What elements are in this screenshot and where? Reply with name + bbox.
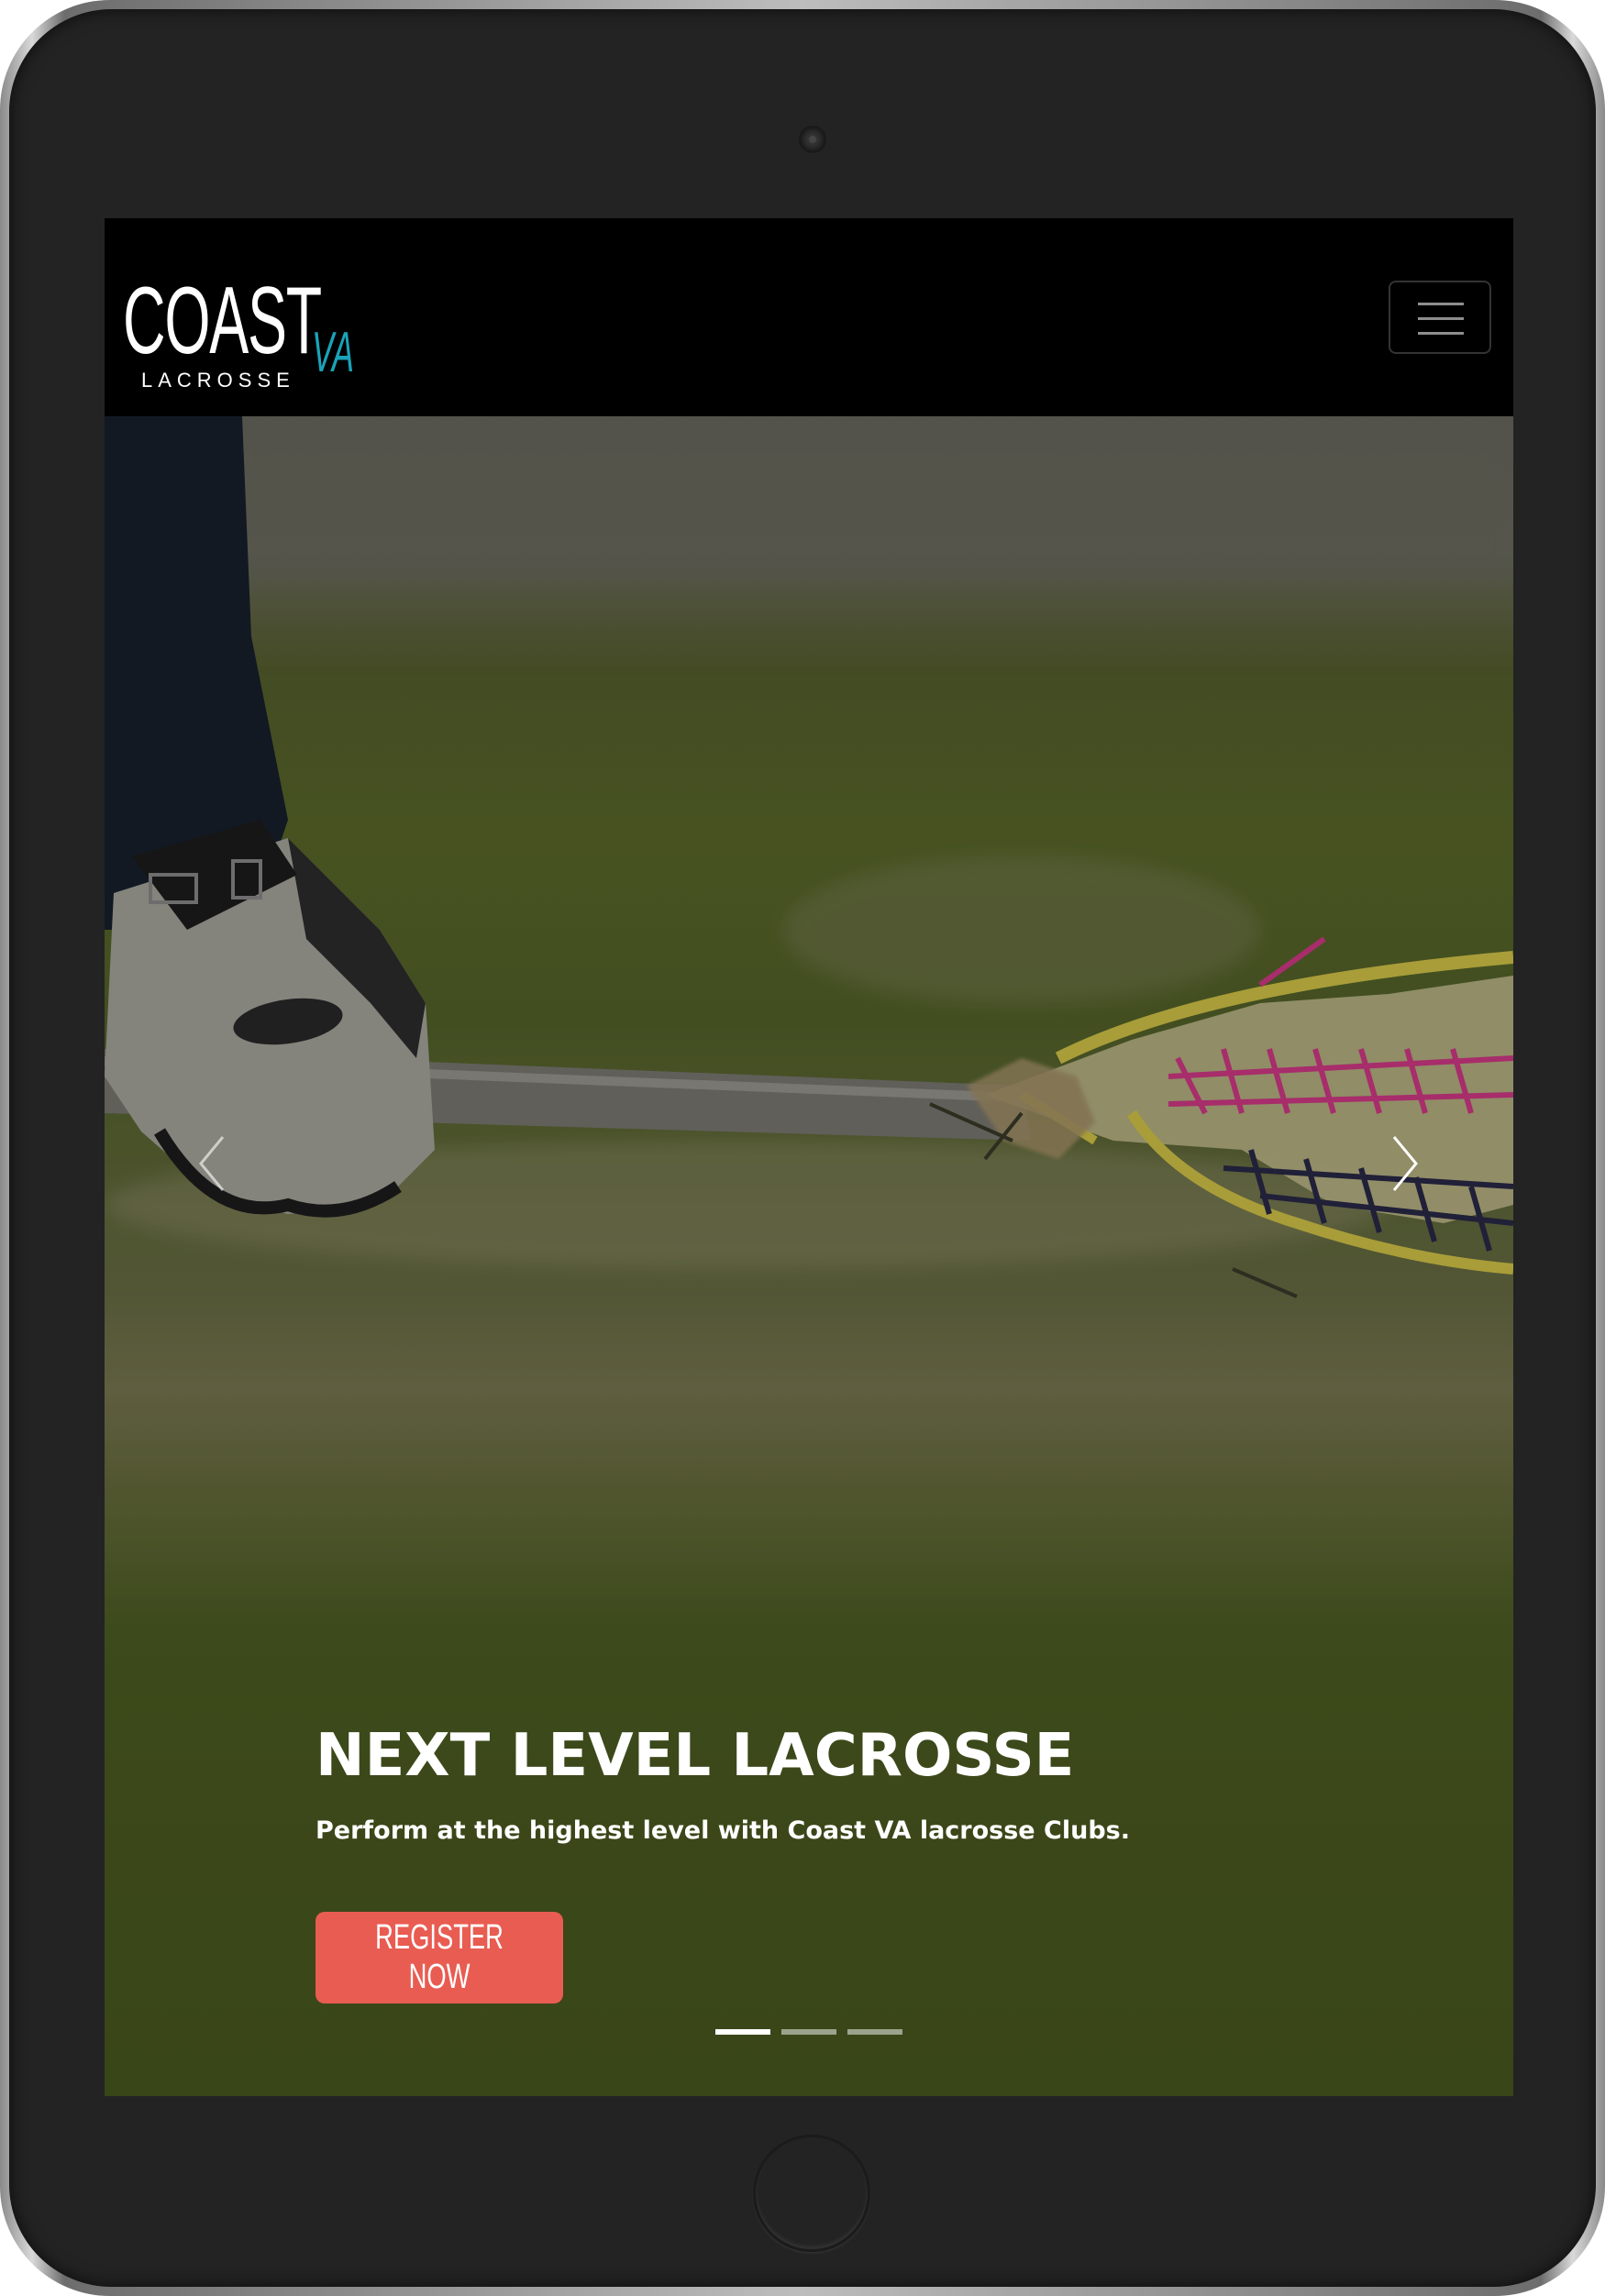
carousel-prev-button[interactable] [183, 1122, 238, 1205]
navbar-toggle-button[interactable] [1389, 281, 1491, 354]
front-camera [799, 126, 826, 153]
chevron-left-icon [199, 1136, 225, 1191]
hero-caption: NEXT LEVEL LACROSSE Perform at the highe… [315, 1721, 1324, 1848]
home-button[interactable] [753, 2135, 870, 2252]
carousel-indicator-2[interactable] [781, 2029, 836, 2035]
site-logo[interactable]: COAST VA LACROSSE [123, 273, 361, 402]
carousel-indicator-3[interactable] [847, 2029, 902, 2035]
carousel-next-button[interactable] [1379, 1122, 1434, 1205]
hero-title: NEXT LEVEL LACROSSE [315, 1722, 1075, 1790]
tablet-frame: COAST VA LACROSSE NEXT LEVEL LACROSSE Pe… [0, 0, 1605, 2296]
navbar: COAST VA LACROSSE [105, 218, 1513, 416]
carousel-indicator-1[interactable] [715, 2029, 770, 2035]
chevron-right-icon [1392, 1136, 1418, 1191]
hero-carousel: NEXT LEVEL LACROSSE Perform at the highe… [105, 416, 1513, 2096]
screen: COAST VA LACROSSE NEXT LEVEL LACROSSE Pe… [105, 218, 1513, 2096]
tablet-bezel: COAST VA LACROSSE NEXT LEVEL LACROSSE Pe… [9, 9, 1596, 2287]
register-now-label: REGISTER NOW [375, 1918, 504, 1996]
logo-wordmark: COAST [123, 268, 322, 374]
register-now-button[interactable]: REGISTER NOW [315, 1912, 563, 2003]
hero-subtitle: Perform at the highest level with Coast … [315, 1816, 1130, 1845]
logo-suffix: VA [312, 321, 354, 384]
logo-subtitle: LACROSSE [141, 369, 295, 392]
